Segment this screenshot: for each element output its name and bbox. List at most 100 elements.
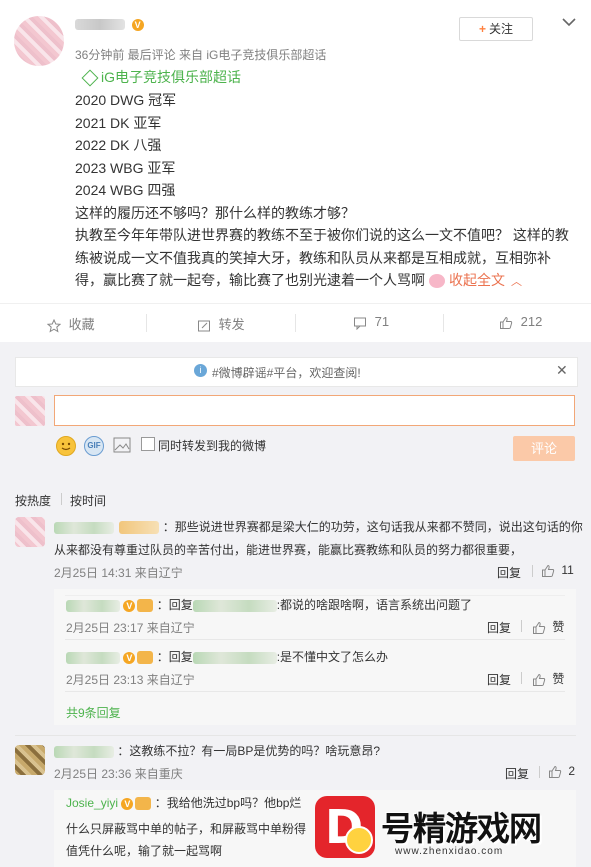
comment-text: ：那些说进世界赛都是梁大仁的功劳，这句话我从来都不赞同，说出这句话的你 [54, 516, 583, 538]
reply-button[interactable]: 回复 [487, 619, 511, 636]
repost-button[interactable]: 转发 [197, 314, 245, 333]
notice-bar: i #微博辟谣#平台，欢迎查阅! ✕ [15, 357, 578, 387]
follow-button[interactable]: + 关注 [459, 17, 533, 41]
thumbs-up-icon [549, 765, 562, 778]
commenter-avatar[interactable] [15, 517, 45, 547]
mentioned-user[interactable] [192, 651, 277, 664]
post-line: 2020 DWG 冠军 [75, 92, 177, 108]
verified-badge-icon: V [123, 599, 136, 612]
comment-input[interactable] [54, 395, 575, 426]
post-line: 2022 DK 八强 [75, 137, 162, 153]
watermark-title: 号精游戏网 [381, 810, 542, 847]
commenter-name[interactable] [54, 521, 114, 534]
thumbs-up-icon [533, 673, 546, 686]
site-watermark: D 号精游戏网 www.zhenxidao.com [305, 792, 591, 867]
repost-icon [198, 320, 210, 332]
comment-like-button[interactable]: 2 [548, 764, 575, 779]
reply-text-continued: 什么只屏蔽骂中单的帖子，和屏蔽骂中单粉得 [66, 822, 307, 836]
notice-text[interactable]: #微博辟谣#平台，欢迎查阅! [212, 364, 361, 381]
post-body: 2020 DWG 冠军 2021 DK 亚军 2022 DK 八强 2023 W… [75, 89, 580, 294]
post-line: 练被说成一文不值我真的笑掉大牙，教练和队员从来都是互相成就，互相弥补 [75, 249, 551, 266]
action-bar: 收藏 转发 71 212 [0, 303, 591, 343]
sync-checkbox[interactable] [141, 437, 155, 451]
tab-sort-hot[interactable]: 按热度 [15, 492, 51, 509]
plus-icon: + [478, 22, 486, 36]
comment-button[interactable]: 71 [353, 314, 389, 330]
comment-like-button[interactable]: 11 [541, 563, 574, 578]
fan-badge-icon [135, 797, 152, 811]
post-line: 2021 DK 亚军 [75, 114, 162, 131]
tab-sort-time[interactable]: 按时间 [70, 492, 106, 509]
author-avatar[interactable] [14, 16, 64, 66]
divider [65, 691, 565, 692]
divider [532, 565, 533, 577]
comment-text: ：这教练不拉？有一局BP是优势的吗？啥玩意昂? [54, 744, 380, 758]
favorite-button[interactable]: 收藏 [47, 314, 95, 333]
comment-text-continued: 从来都没有尊重过队员的辛苦付出，能进世界赛，能赢比赛教练和队员的努力都很重要， [54, 543, 523, 557]
reply-text: Josie_yiyi V ：我给他洗过bp吗？他bp烂 [66, 796, 302, 811]
chevron-down-icon[interactable] [561, 16, 577, 28]
reply-button[interactable]: 回复 [487, 671, 511, 688]
reply-like-button[interactable]: 赞 [532, 618, 564, 635]
author-name[interactable] [75, 19, 125, 31]
comment-meta: 2月25日 14:31 来自辽宁 [54, 566, 183, 580]
close-icon[interactable]: ✕ [556, 362, 568, 379]
divider [521, 672, 522, 684]
verified-badge-icon: V [123, 651, 136, 664]
divider [521, 620, 522, 632]
gif-icon[interactable]: GIF [84, 436, 104, 456]
verified-badge-icon: V [131, 18, 144, 31]
reply-like-button[interactable]: 赞 [532, 670, 564, 687]
post-line: 2024 WBG 四强 [75, 182, 176, 198]
image-icon[interactable] [113, 437, 131, 453]
watermark-logo-badge [345, 826, 373, 854]
reply-meta: 2月25日 23:13 来自辽宁 [66, 673, 195, 687]
chevron-up-icon: ︿ [511, 276, 522, 288]
divider [61, 493, 62, 505]
divider [65, 595, 565, 596]
divider [443, 314, 444, 332]
replies-box: V ：回复:都说的啥跟啥啊，语言系统出问题了 2月25日 23:17 来自辽宁 … [54, 589, 576, 725]
comment-meta: 2月25日 23:36 来自重庆 [54, 767, 183, 781]
divider [65, 639, 565, 640]
reply-button[interactable]: 回复 [505, 765, 529, 782]
commenter-name[interactable] [54, 745, 114, 758]
replier-name[interactable]: Josie_yiyi [66, 796, 118, 810]
topic-link[interactable]: iG电子竞技俱乐部超话 [81, 67, 241, 87]
my-avatar [15, 396, 45, 426]
section-gap [0, 342, 591, 352]
reply-text: V ：回复:是不懂中文了怎么办 [66, 650, 388, 665]
diamond-icon [81, 69, 99, 87]
collapse-link[interactable]: 收起全文 [449, 272, 505, 288]
post-line: 执教至今年年带队进世界赛的教练不至于被你们说的这么一文不值吧？ 这样的教 [75, 227, 569, 243]
verified-badge-icon: V [121, 797, 134, 810]
weibo-post-page: V 36分钟前 最后评论 来自 iG电子竞技俱乐部超话 + 关注 iG电子竞技俱乐… [0, 0, 591, 867]
divider [146, 314, 147, 332]
more-replies-link[interactable]: 共9条回复 [66, 704, 121, 721]
pig-emoji-icon [429, 274, 445, 289]
reply-text-continued: 值凭什么呢，输了就一起骂啊 [66, 844, 223, 858]
like-button[interactable]: 212 [499, 314, 542, 330]
author-row: V [75, 16, 144, 36]
replier-name[interactable] [66, 651, 120, 664]
reply-text: V ：回复:都说的啥跟啥啊，语言系统出问题了 [66, 598, 472, 613]
comment-icon [354, 317, 366, 330]
post-meta: 36分钟前 最后评论 来自 iG电子竞技俱乐部超话 [75, 48, 327, 62]
mentioned-user[interactable] [192, 599, 277, 612]
emoji-icon[interactable] [56, 436, 76, 456]
fan-badge-icon [119, 521, 160, 535]
watermark-url: www.zhenxidao.com [395, 846, 504, 857]
commenter-avatar[interactable] [15, 745, 45, 775]
info-icon: i [194, 364, 207, 377]
post-line: 2023 WBG 亚军 [75, 159, 176, 176]
replier-name[interactable] [66, 599, 120, 612]
thumbs-up-icon [542, 564, 555, 577]
star-icon [47, 318, 61, 333]
divider [295, 314, 296, 332]
reply-button[interactable]: 回复 [497, 564, 521, 581]
submit-comment-button[interactable]: 评论 [513, 436, 575, 461]
watermark-logo: D [315, 796, 375, 858]
fan-badge-icon [137, 651, 154, 665]
fan-badge-icon [137, 599, 154, 613]
divider [539, 766, 540, 778]
